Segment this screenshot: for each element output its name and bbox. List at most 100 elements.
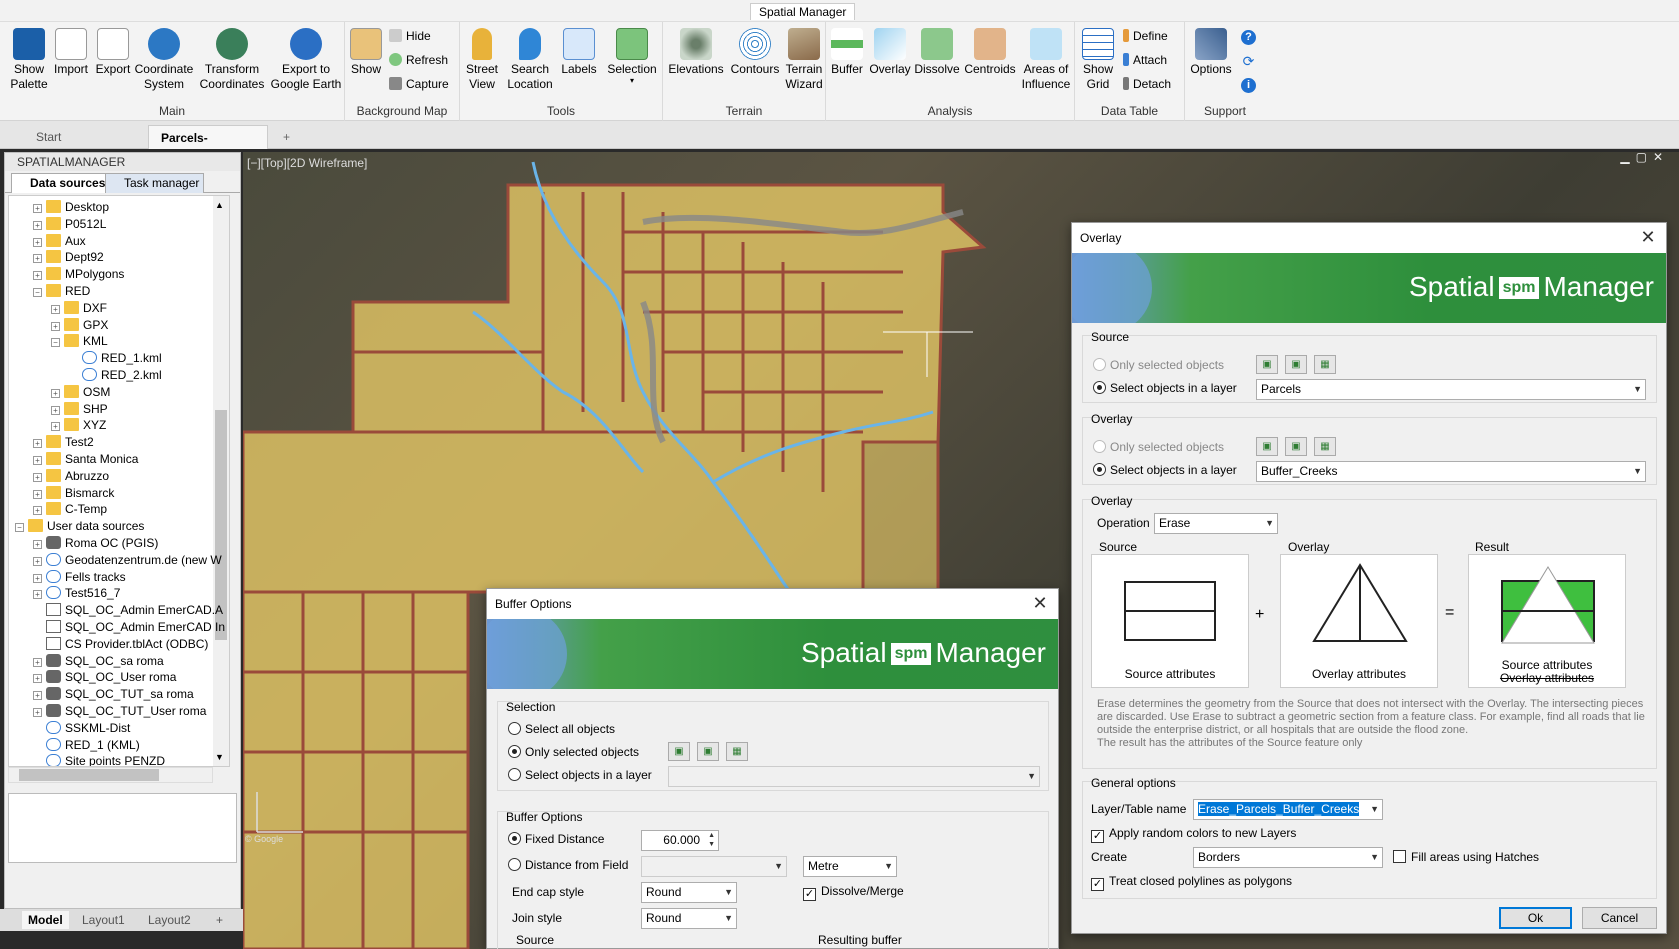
source-add-objects-icon[interactable]: ▣ bbox=[1285, 355, 1307, 374]
tab-data-sources[interactable]: Data sources bbox=[11, 173, 111, 193]
overlay-only-selected-radio[interactable]: Only selected objects bbox=[1093, 440, 1224, 454]
show-map-button[interactable]: Show bbox=[347, 22, 385, 77]
buffer-layer-select[interactable]: ▼ bbox=[668, 766, 1040, 787]
selection-button[interactable]: Selection ▾ bbox=[602, 22, 662, 85]
layer-name-input[interactable]: Erase_Parcels_Buffer_Creeks ▼ bbox=[1193, 799, 1383, 820]
expand-toggle-icon[interactable]: + bbox=[51, 388, 60, 398]
join-style-select[interactable]: Round ▼ bbox=[641, 908, 737, 929]
data-sources-tree[interactable]: ▲ ▼ + Desktop + P0512L + Aux + Dept92 + MPolygons… bbox=[8, 195, 230, 767]
transform-coordinates-button[interactable]: Transform Coordinates bbox=[196, 22, 268, 92]
update-icon[interactable]: ⟳ bbox=[1241, 54, 1256, 69]
tree-node[interactable]: + P0512L bbox=[33, 215, 106, 233]
source-select-all-icon[interactable]: ▦ bbox=[1314, 355, 1336, 374]
expand-toggle-icon[interactable]: + bbox=[33, 540, 42, 549]
overlay-select-layer-radio[interactable]: Select objects in a layer bbox=[1093, 463, 1237, 477]
closed-polylines-checkbox[interactable]: ✓ Treat closed polylines as polygons bbox=[1091, 874, 1292, 891]
tree-node[interactable]: + SQL_OC_TUT_User roma bbox=[33, 702, 206, 720]
tree-node[interactable]: − KML bbox=[51, 332, 108, 350]
expand-toggle-icon[interactable]: − bbox=[33, 288, 42, 297]
expand-toggle-icon[interactable]: + bbox=[33, 691, 42, 701]
add-objects-icon[interactable]: ▣ bbox=[697, 742, 719, 761]
overlay-select-all-icon[interactable]: ▦ bbox=[1314, 437, 1336, 456]
expand-toggle-icon[interactable]: + bbox=[33, 674, 42, 684]
tree-node[interactable]: + SHP bbox=[51, 400, 108, 418]
tree-node[interactable]: + Fells tracks bbox=[33, 568, 126, 586]
areas-of-influence-button[interactable]: Areas of Influence bbox=[1018, 22, 1074, 92]
expand-toggle-icon[interactable]: − bbox=[51, 338, 60, 348]
expand-toggle-icon[interactable]: + bbox=[51, 304, 60, 314]
street-view-button[interactable]: Street View bbox=[462, 22, 502, 92]
tab-start[interactable]: Start bbox=[0, 125, 148, 149]
add-layout-button[interactable]: + bbox=[210, 911, 229, 929]
expand-toggle-icon[interactable]: + bbox=[33, 220, 42, 230]
tree-node[interactable]: RED_1.kml bbox=[69, 349, 162, 367]
tree-node[interactable]: + Santa Monica bbox=[33, 450, 138, 468]
expand-toggle-icon[interactable]: + bbox=[33, 456, 42, 465]
expand-toggle-icon[interactable]: + bbox=[33, 254, 42, 264]
expand-toggle-icon[interactable]: + bbox=[33, 506, 42, 516]
tree-node[interactable]: + C-Temp bbox=[33, 500, 107, 518]
overlay-layer-select[interactable]: Buffer_Creeks ▼ bbox=[1256, 461, 1646, 482]
create-select[interactable]: Borders ▼ bbox=[1193, 847, 1383, 868]
tree-node[interactable]: Site points PENZD bbox=[33, 752, 165, 766]
distance-from-field-radio[interactable]: Distance from Field bbox=[508, 858, 628, 872]
select-all-radio[interactable]: Select all objects bbox=[508, 722, 615, 736]
random-colors-checkbox[interactable]: ✓ Apply random colors to new Layers bbox=[1091, 826, 1296, 843]
tree-node[interactable]: + Aux bbox=[33, 232, 86, 250]
tree-node[interactable]: SQL_OC_Admin EmerCAD.A bbox=[33, 601, 223, 619]
add-tab-button[interactable]: + bbox=[275, 125, 303, 149]
tree-node[interactable]: + Bismarck bbox=[33, 484, 114, 502]
tree-vertical-scrollbar[interactable]: ▲ ▼ bbox=[213, 196, 229, 766]
operation-select[interactable]: Erase ▼ bbox=[1154, 513, 1278, 534]
source-layer-select[interactable]: Parcels ▼ bbox=[1256, 379, 1646, 400]
only-selected-radio[interactable]: Only selected objects bbox=[508, 745, 639, 759]
labels-button[interactable]: Labels bbox=[556, 22, 602, 77]
tab-model[interactable]: Model bbox=[22, 911, 69, 929]
scroll-down-icon[interactable]: ▼ bbox=[215, 752, 224, 762]
tab-layout1[interactable]: Layout1 bbox=[76, 911, 131, 929]
show-grid-button[interactable]: Show Grid bbox=[1077, 22, 1119, 92]
source-select-layer-radio[interactable]: Select objects in a layer bbox=[1093, 381, 1237, 395]
buffer-button[interactable]: Buffer bbox=[826, 22, 868, 77]
import-button[interactable]: Import bbox=[50, 22, 92, 77]
expand-toggle-icon[interactable]: + bbox=[33, 204, 42, 213]
export-button[interactable]: Export bbox=[92, 22, 134, 77]
tree-node[interactable]: + SQL_OC_User roma bbox=[33, 668, 176, 686]
tree-node[interactable]: + XYZ bbox=[51, 416, 106, 434]
scroll-up-icon[interactable]: ▲ bbox=[215, 200, 224, 210]
source-only-selected-radio[interactable]: Only selected objects bbox=[1093, 358, 1224, 372]
fill-hatches-checkbox[interactable]: Fill areas using Hatches bbox=[1393, 850, 1539, 864]
tree-horizontal-scrollbar[interactable] bbox=[8, 767, 213, 783]
dissolve-button[interactable]: Dissolve bbox=[912, 22, 962, 77]
tree-node[interactable]: + SQL_OC_TUT_sa roma bbox=[33, 685, 194, 703]
tree-node[interactable]: + Dept92 bbox=[33, 248, 104, 266]
tree-node[interactable]: SSKML-Dist bbox=[33, 719, 130, 737]
expand-toggle-icon[interactable]: + bbox=[33, 556, 42, 566]
tab-parcels-rivers[interactable]: Parcels-Rivers*✕ bbox=[148, 125, 268, 169]
h-scroll-thumb[interactable] bbox=[19, 769, 159, 781]
tree-node[interactable]: SQL_OC_Admin EmerCAD In bbox=[33, 618, 225, 636]
expand-toggle-icon[interactable]: + bbox=[33, 489, 42, 499]
tree-node[interactable]: + DXF bbox=[51, 299, 107, 317]
define-button[interactable]: Define bbox=[1123, 28, 1168, 44]
help-icon[interactable]: ? bbox=[1241, 30, 1256, 45]
pick-objects-icon[interactable]: ▣ bbox=[668, 742, 690, 761]
tree-node[interactable]: + Desktop bbox=[33, 198, 109, 216]
spinner-icon[interactable]: ▲ ▼ bbox=[708, 831, 715, 849]
tree-node[interactable]: + Test2 bbox=[33, 433, 94, 451]
viewport-window-controls[interactable]: ▁▢✕ bbox=[1620, 152, 1669, 164]
export-google-earth-button[interactable]: Export to Google Earth bbox=[270, 22, 342, 92]
tree-node[interactable]: + Geodatenzentrum.de (new W bbox=[33, 551, 222, 569]
tree-node[interactable]: − RED bbox=[33, 282, 90, 300]
tree-node[interactable]: RED_2.kml bbox=[69, 366, 162, 384]
overlay-button[interactable]: Overlay bbox=[868, 22, 912, 77]
expand-toggle-icon[interactable]: + bbox=[33, 439, 42, 449]
dissolve-merge-checkbox[interactable]: ✓ Dissolve/Merge bbox=[803, 884, 904, 901]
search-location-button[interactable]: Search Location bbox=[504, 22, 556, 92]
expand-toggle-icon[interactable]: + bbox=[33, 237, 42, 247]
show-palette-button[interactable]: Show Palette bbox=[4, 22, 54, 92]
select-layer-radio[interactable]: Select objects in a layer bbox=[508, 768, 652, 782]
expand-toggle-icon[interactable]: + bbox=[51, 422, 60, 432]
capture-map-button[interactable]: Capture bbox=[389, 76, 449, 92]
tree-node[interactable]: + Test516_7 bbox=[33, 584, 120, 602]
